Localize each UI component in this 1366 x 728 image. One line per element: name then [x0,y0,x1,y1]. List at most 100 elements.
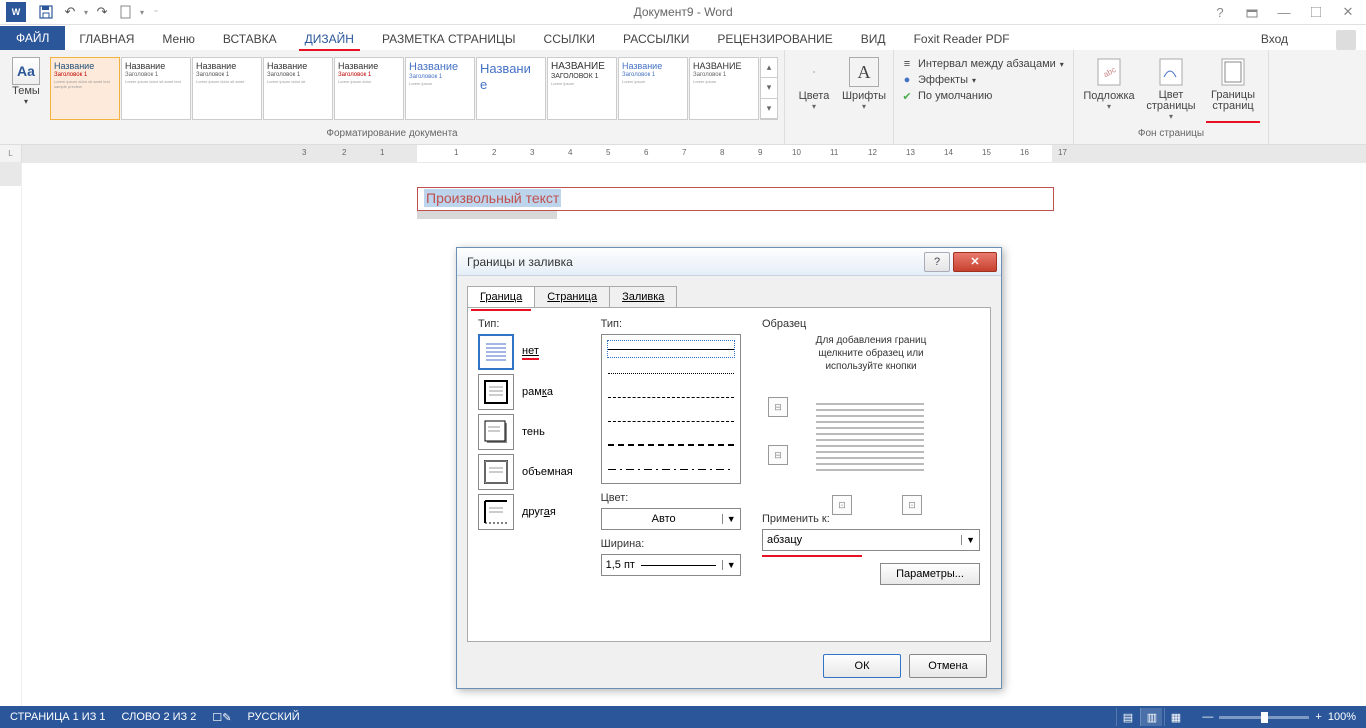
login-link[interactable]: Вход [1253,28,1296,50]
dialog-tab-border[interactable]: Граница [467,286,535,307]
border-type-3d[interactable]: объемная [478,454,585,490]
view-buttons: ▤ ▥ ▦ [1116,708,1186,726]
word-icon: W [6,2,26,22]
web-layout-icon[interactable]: ▦ [1164,708,1186,726]
vertical-ruler[interactable] [0,163,22,706]
effects-icon: ● [900,73,914,87]
gallery-item[interactable]: НазваниеЗаголовок 1Lorem ipsum dolor sit… [121,57,191,120]
border-style-list[interactable] [601,334,741,484]
close-icon: ✕ [970,255,979,268]
proofing-icon[interactable]: ☐✎ [212,711,231,724]
zoom-out-icon[interactable]: — [1202,711,1213,723]
tab-file[interactable]: ФАЙЛ [0,26,65,50]
border-top-toggle[interactable]: ⊟ [768,397,788,417]
document-text[interactable]: Произвольный текст [424,189,561,207]
user-avatar-icon[interactable] [1336,30,1356,50]
dialog-close-button[interactable]: ✕ [953,252,997,272]
tab-references[interactable]: ССЫЛКИ [530,28,609,50]
border-width-combo[interactable]: 1,5 пт ▼ [601,554,741,576]
ribbon-group-colors: Цвета▾ А Шрифты▾ [785,50,894,144]
bordered-paragraph[interactable]: Произвольный текст [417,187,1054,211]
minimize-icon[interactable]: — [1272,2,1296,22]
ribbon-tabs: ФАЙЛ ГЛАВНАЯ Меню ВСТАВКА ДИЗАЙН РАЗМЕТК… [0,25,1366,50]
gallery-item[interactable]: НАЗВАНИЕЗАГОЛОВОК 1Lorem ipsum [547,57,617,120]
dialog-tab-page[interactable]: Страница [534,286,610,307]
effects-button[interactable]: ●Эффекты▾ [900,73,1067,87]
maximize-icon[interactable] [1304,2,1328,22]
language-status[interactable]: РУССКИЙ [247,711,299,723]
read-mode-icon[interactable]: ▤ [1116,708,1138,726]
check-icon: ✔ [900,89,914,103]
parameters-button[interactable]: Параметры... [880,563,980,585]
horizontal-ruler[interactable]: L 3 2 1 1 2 3 4 5 6 7 8 9 10 11 12 13 14… [0,145,1366,163]
shadow-icon [478,414,514,450]
tab-mailings[interactable]: РАССЫЛКИ [609,28,703,50]
ribbon-options-icon[interactable] [1240,2,1264,22]
undo-icon[interactable]: ↶ [60,2,80,22]
dropdown-icon: ▼ [722,514,736,524]
width-label: Ширина: [601,538,746,550]
dialog-help-icon[interactable]: ? [924,252,950,272]
save-icon[interactable] [36,2,56,22]
border-bottom-toggle[interactable]: ⊟ [768,445,788,465]
type-label: Тип: [478,318,585,330]
word-count[interactable]: СЛОВО 2 ИЗ 2 [122,711,197,723]
gallery-item[interactable]: НАЗВАНИЕЗаголовок 1Lorem ipsum [689,57,759,120]
close-icon[interactable]: ✕ [1336,2,1360,22]
gallery-item[interactable]: НазваниеЗаголовок 1Lorem ipsum dolor sit [263,57,333,120]
gallery-down-icon[interactable]: ▾ [761,78,777,98]
tab-view[interactable]: ВИД [847,28,900,50]
dialog-tab-shading[interactable]: Заливка [609,286,677,307]
border-right-toggle[interactable]: ⊡ [902,495,922,515]
gallery-item[interactable]: НазваниеЗаголовок 1Lorem ipsum dolor sit… [50,57,120,120]
watermark-button[interactable]: abc Подложка▾ [1080,57,1138,121]
ok-button[interactable]: ОК [823,654,901,678]
cancel-button[interactable]: Отмена [909,654,987,678]
page-color-button[interactable]: Цвет страницы▾ [1142,57,1200,121]
gallery-item[interactable]: НазваниеЗаголовок 1Lorem ipsum [618,57,688,120]
border-type-none[interactable]: нет [478,334,585,370]
colors-icon [799,57,829,87]
page-borders-button[interactable]: Границы страниц [1204,57,1262,121]
window-controls: ? — ✕ [1208,2,1360,22]
zoom-level[interactable]: 100% [1328,711,1356,723]
gallery-item[interactable]: НазваниеЗаголовок 1Lorem ipsum [405,57,475,120]
tab-layout[interactable]: РАЗМЕТКА СТРАНИЦЫ [368,28,530,50]
borders-dialog: Границы и заливка ? ✕ Граница Страница З… [456,247,1002,689]
set-default-button[interactable]: ✔По умолчанию [900,89,1067,103]
gallery-item[interactable]: НазваниеЗаголовок 1Lorem ipsum dolor [334,57,404,120]
help-icon[interactable]: ? [1208,2,1232,22]
gallery-more-icon[interactable]: ▾ [761,99,777,119]
fonts-button[interactable]: А Шрифты▾ [841,57,887,111]
border-left-toggle[interactable]: ⊡ [832,495,852,515]
tab-design[interactable]: ДИЗАЙН [291,28,368,50]
print-layout-icon[interactable]: ▥ [1140,708,1162,726]
preview-sample[interactable] [810,393,930,483]
tab-menu[interactable]: Меню [148,28,208,50]
tab-home[interactable]: ГЛАВНАЯ [65,28,148,50]
zoom-slider[interactable] [1219,716,1309,719]
apply-to-combo[interactable]: абзацу ▼ [762,529,980,551]
tab-foxit[interactable]: Foxit Reader PDF [900,28,1024,50]
new-doc-icon[interactable] [116,2,136,22]
dialog-titlebar[interactable]: Границы и заливка ? ✕ [457,248,1001,276]
dialog-title: Границы и заливка [467,255,573,269]
paragraph-spacing-button[interactable]: ≡Интервал между абзацами▾ [900,57,1067,71]
gallery-item[interactable]: Название [476,57,546,120]
gallery-item[interactable]: НазваниеЗаголовок 1Lorem ipsum dolor sit… [192,57,262,120]
border-type-box[interactable]: рамка [478,374,585,410]
page-status[interactable]: СТРАНИЦА 1 ИЗ 1 [10,711,106,723]
dropdown-icon: ▼ [722,560,736,570]
colors-button[interactable]: Цвета▾ [791,57,837,111]
themes-button[interactable]: Aa Темы ▾ [6,57,46,106]
tab-insert[interactable]: ВСТАВКА [209,28,291,50]
border-color-combo[interactable]: Авто ▼ [601,508,741,530]
gallery-up-icon[interactable]: ▴ [761,58,777,78]
dropdown-icon[interactable]: ▾ [84,8,88,17]
border-type-shadow[interactable]: тень [478,414,585,450]
redo-icon[interactable]: ↷ [92,2,112,22]
border-type-custom[interactable]: другая [478,494,585,530]
dropdown-icon[interactable]: ▾ [140,8,144,17]
tab-review[interactable]: РЕЦЕНЗИРОВАНИЕ [703,28,846,50]
zoom-in-icon[interactable]: + [1315,711,1321,723]
